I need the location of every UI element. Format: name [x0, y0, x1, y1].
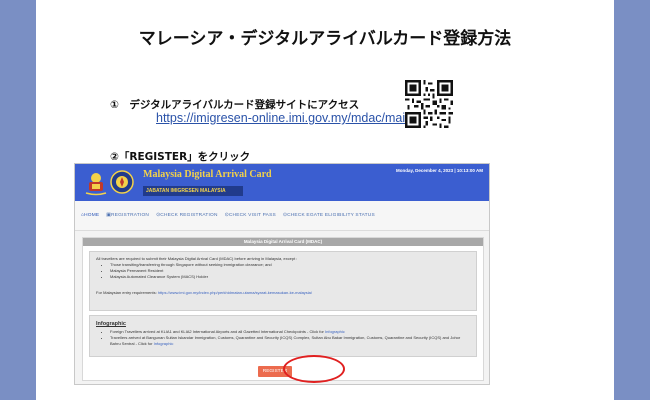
list-item: Malaysia Automated Clearance System (MAC…: [110, 274, 470, 280]
entry-link[interactable]: https://www.imi.gov.my/index.php/perkhid…: [158, 290, 312, 295]
site-title: Malaysia Digital Arrival Card: [143, 169, 272, 180]
mdac-website-screenshot: Malaysia Digital Arrival Card JABATAN IM…: [74, 163, 490, 385]
register-highlight-circle: [283, 355, 345, 383]
step2-instruction: ②「REGISTER」をクリック: [110, 151, 251, 163]
site-header: Malaysia Digital Arrival Card JABATAN IM…: [75, 164, 489, 201]
infographic-box: Infographic Foreign Travellers arrived a…: [89, 315, 477, 357]
list-item: Travellers arrived at Bangunan Sultan Is…: [110, 335, 470, 347]
infographic-text: Foreign Travellers arrived at KLIA1 and …: [110, 329, 325, 334]
mdac-url-link[interactable]: https://imigresen-online.imi.gov.my/mdac…: [156, 111, 412, 125]
coat-of-arms-icon: [85, 173, 107, 196]
infographic-link[interactable]: Infographic: [154, 341, 174, 346]
qr-code-icon: [405, 80, 453, 128]
site-datetime: Monday, December 4, 2023 | 10:13:00 AM: [395, 168, 483, 173]
slide-title: マレーシア・デジタルアライバルカード登録方法: [138, 29, 512, 49]
header-emblems: [85, 170, 134, 196]
immigration-emblem-icon: [110, 170, 134, 194]
requirements-box: All travellers are required to submit th…: [89, 251, 477, 311]
step1-instruction: ① デジタルアライバルカード登録サイトにアクセス: [110, 99, 360, 111]
infographic-heading: Infographic: [96, 321, 126, 327]
site-subtitle: JABATAN IMIGRESEN MALAYSIA: [143, 186, 243, 196]
infographic-list: Foreign Travellers arrived at KLIA1 and …: [96, 329, 470, 347]
nav-check-visit-pass[interactable]: ⊙CHECK VISIT PASS: [225, 213, 276, 218]
nav-home[interactable]: ⌂HOME: [81, 213, 99, 218]
mdac-panel: Malaysia Digital Arrival Card (MDAC) All…: [82, 237, 484, 381]
infographic-link[interactable]: Infographic: [325, 329, 345, 334]
nav-registration[interactable]: ▣REGISTRATION: [106, 213, 149, 218]
entry-label: For Malaysian entry requirements:: [96, 290, 158, 295]
nav-check-egate[interactable]: ⊙CHECK EGATE ELIGIBILITY STATUS: [283, 213, 375, 218]
panel-title: Malaysia Digital Arrival Card (MDAC): [83, 238, 483, 246]
nav-check-registration[interactable]: ⊙CHECK REGISTRATION: [156, 213, 218, 218]
exceptions-list: Those transiting/transferring through Si…: [96, 262, 470, 280]
site-nav: ⌂HOME ▣REGISTRATION ⊙CHECK REGISTRATION …: [75, 201, 489, 231]
entry-requirements: For Malaysian entry requirements: https:…: [96, 290, 470, 296]
